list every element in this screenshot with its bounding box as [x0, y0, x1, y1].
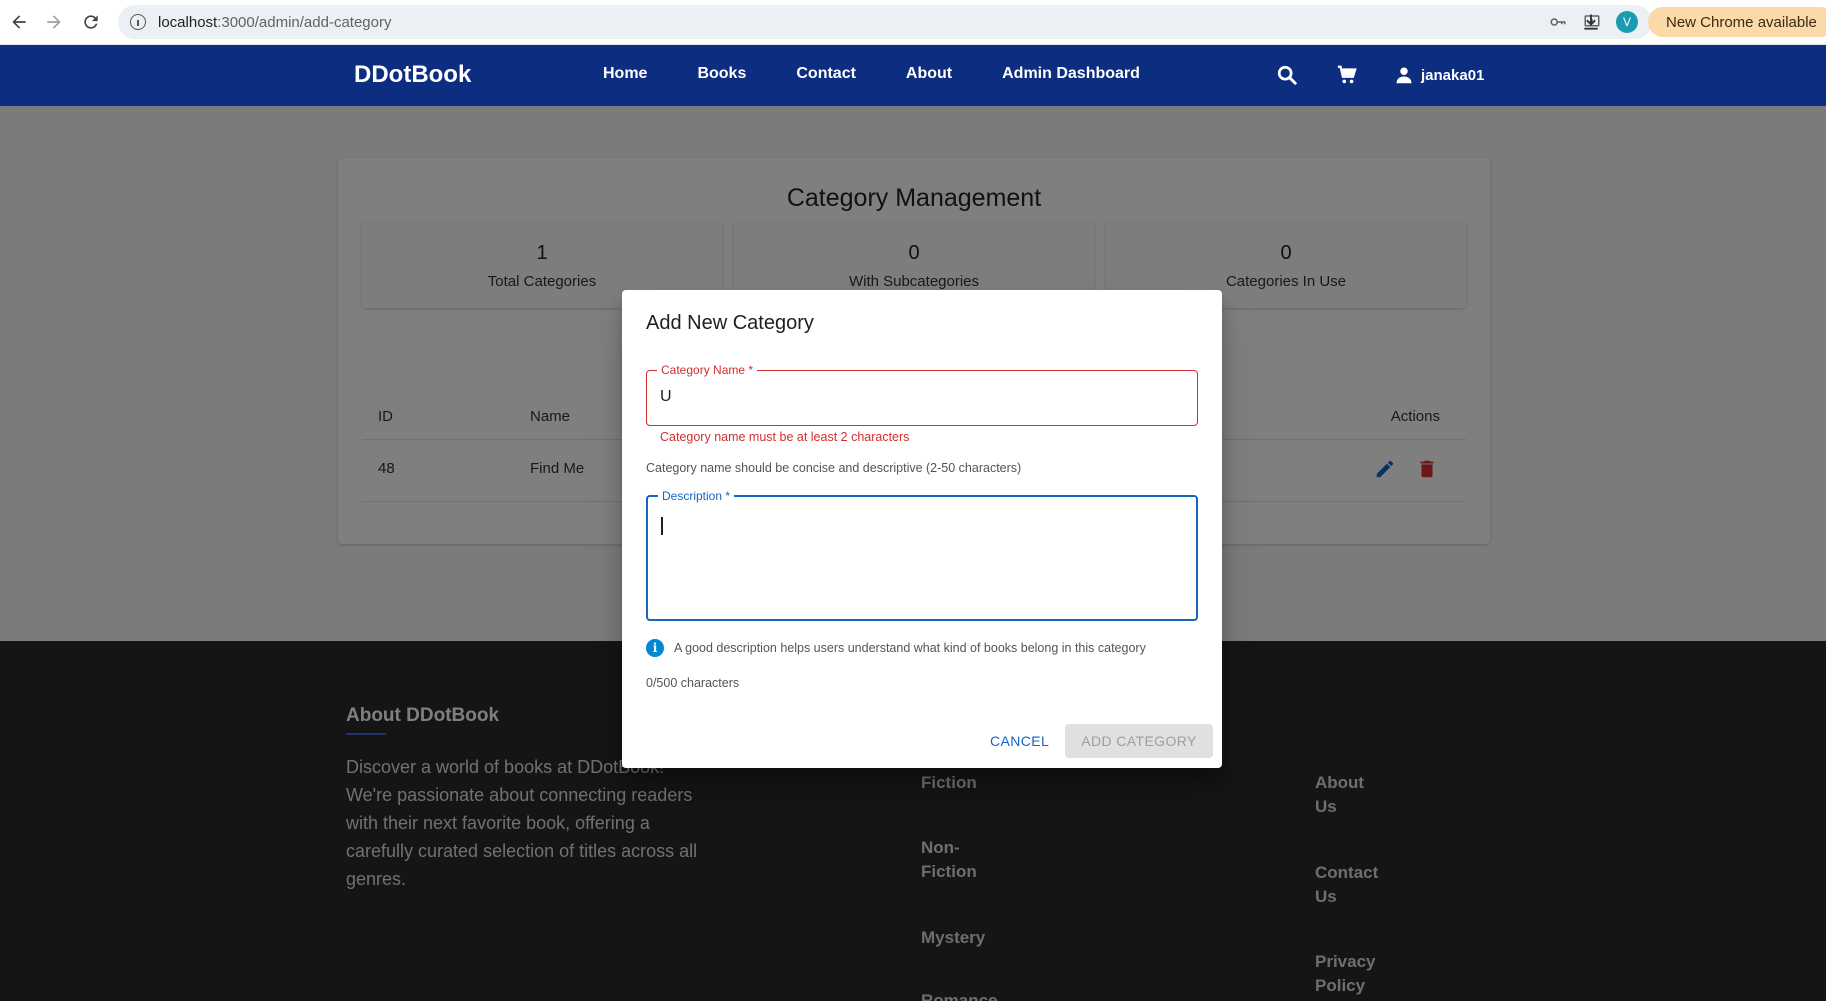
description-field[interactable]: Description * — [646, 489, 1198, 621]
password-key-icon[interactable] — [1548, 12, 1568, 32]
app-header: DDotBook Home Books Contact About Admin … — [0, 45, 1826, 106]
cancel-button[interactable]: CANCEL — [980, 724, 1059, 758]
info-icon: i — [646, 639, 664, 657]
description-info-text: A good description helps users understan… — [674, 641, 1146, 655]
category-name-label: Category Name * — [657, 363, 758, 377]
reload-icon[interactable] — [74, 5, 108, 39]
category-name-error: Category name must be at least 2 charact… — [660, 430, 910, 444]
back-icon[interactable] — [2, 5, 36, 39]
address-bar[interactable]: localhost:3000/admin/add-category — [118, 5, 1652, 39]
add-category-dialog: Add New Category Category Name * U Categ… — [622, 290, 1222, 768]
brand-logo[interactable]: DDotBook — [354, 61, 471, 89]
nav-about[interactable]: About — [906, 65, 952, 83]
dialog-title: Add New Category — [646, 312, 814, 334]
browser-toolbar: localhost:3000/admin/add-category V New … — [0, 0, 1826, 45]
user-icon — [1396, 67, 1412, 84]
forward-icon[interactable] — [37, 5, 71, 39]
search-icon[interactable] — [1275, 63, 1299, 87]
url-path: :3000/admin/add-category — [217, 13, 392, 31]
nav-home[interactable]: Home — [603, 65, 647, 83]
main-nav: Home Books Contact About Admin Dashboard — [603, 65, 1140, 83]
description-info: i A good description helps users underst… — [646, 639, 1146, 657]
category-name-input[interactable]: U — [660, 388, 672, 406]
add-category-button[interactable]: ADD CATEGORY — [1065, 724, 1213, 758]
nav-contact[interactable]: Contact — [796, 65, 856, 83]
profile-avatar[interactable]: V — [1616, 11, 1638, 33]
nav-admin-dashboard[interactable]: Admin Dashboard — [1002, 65, 1140, 83]
cart-icon[interactable] — [1335, 63, 1359, 87]
username: janaka01 — [1421, 66, 1485, 84]
text-cursor — [661, 517, 663, 535]
url-host: localhost — [158, 13, 218, 31]
user-menu[interactable]: janaka01 — [1395, 66, 1484, 84]
download-icon[interactable] — [1576, 7, 1606, 37]
site-info-icon[interactable] — [130, 14, 146, 30]
chrome-update-button[interactable]: New Chrome available — [1648, 7, 1826, 37]
category-name-field[interactable]: Category Name * U — [646, 363, 1198, 426]
description-label: Description * — [658, 489, 735, 503]
character-counter: 0/500 characters — [646, 676, 740, 690]
nav-books[interactable]: Books — [697, 65, 746, 83]
category-name-helper: Category name should be concise and desc… — [646, 461, 1022, 475]
